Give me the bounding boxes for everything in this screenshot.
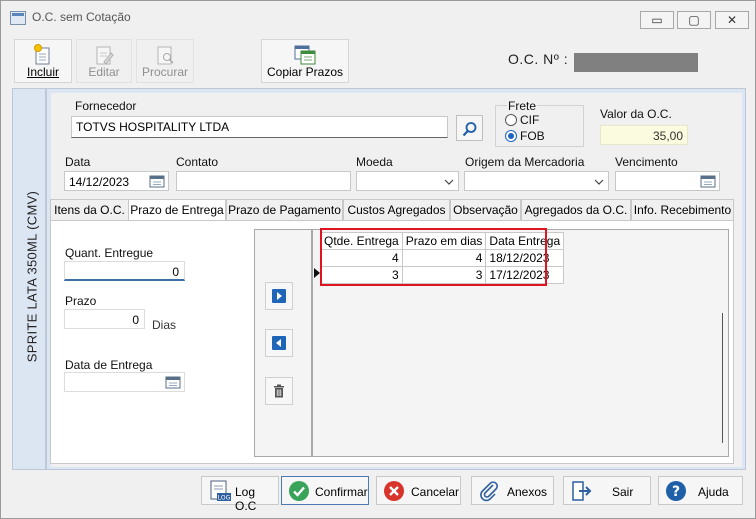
trash-icon	[274, 384, 284, 398]
highlight-rectangle	[320, 228, 547, 286]
cancelar-button[interactable]: Cancelar	[376, 476, 461, 505]
valor-oc-value: 35,00	[652, 129, 683, 143]
frete-fob-radio[interactable]	[505, 130, 517, 142]
prazo-field[interactable]: 0	[64, 309, 145, 329]
fornecedor-field[interactable]: TOTVS HOSPITALITY LTDA	[71, 116, 448, 138]
chevron-down-icon	[594, 179, 604, 185]
valor-oc-label: Valor da O.C.	[600, 107, 672, 121]
data-label: Data	[65, 155, 91, 169]
quant-entregue-label: Quant. Entregue	[65, 246, 154, 260]
valor-oc-field: 35,00	[600, 125, 688, 145]
oc-number-label: O.C. Nº :	[508, 51, 569, 67]
paperclip-icon	[480, 481, 498, 502]
incluir-button[interactable]: Incluir	[14, 39, 72, 83]
frete-label: Frete	[507, 99, 538, 113]
grid-action-strip	[254, 229, 312, 457]
arrow-left-icon	[272, 336, 286, 350]
copy-schedule-icon	[294, 45, 316, 65]
quant-entregue-field[interactable]: 0	[64, 261, 185, 281]
data-entrega-field[interactable]	[64, 372, 185, 392]
tab-custos-agregados[interactable]: Custos Agregados	[343, 199, 450, 221]
vencimento-label: Vencimento	[615, 155, 678, 169]
tab-itens-oc[interactable]: Itens da O.C.	[50, 199, 129, 221]
remove-row-button[interactable]	[265, 329, 293, 357]
oc-number-field	[574, 53, 698, 72]
title-bar: O.C. sem Cotação ▭ ▢ ✕	[1, 1, 755, 33]
app-window-icon	[10, 11, 26, 25]
confirm-check-icon	[289, 481, 309, 501]
confirmar-button[interactable]: Confirmar	[281, 476, 369, 505]
prazo-value: 0	[132, 313, 139, 327]
search-icon	[462, 122, 477, 137]
sair-button[interactable]: Sair	[563, 476, 651, 505]
editar-button[interactable]: Editar	[76, 39, 132, 83]
exit-door-icon	[572, 481, 592, 501]
grid-scrollbar[interactable]	[722, 313, 723, 443]
chevron-down-icon	[444, 179, 454, 185]
sair-label: Sair	[612, 485, 634, 499]
search-document-icon	[157, 46, 174, 65]
fornecedor-label: Fornecedor	[75, 99, 137, 113]
prazo-label: Prazo	[65, 294, 97, 308]
delete-row-button[interactable]	[265, 377, 293, 405]
origem-select[interactable]	[464, 171, 609, 191]
frete-cif-radio[interactable]	[505, 114, 517, 126]
cancelar-label: Cancelar	[411, 485, 460, 499]
cancel-x-icon	[384, 481, 404, 501]
log-oc-button[interactable]: LOG Log O.C	[201, 476, 279, 513]
data-field[interactable]: 14/12/2023	[64, 171, 169, 191]
arrow-right-icon	[272, 289, 286, 303]
tab-agregados-oc[interactable]: Agregados da O.C.	[521, 199, 631, 221]
log-document-icon: LOG	[210, 480, 231, 502]
help-icon: ?	[666, 481, 686, 501]
log-oc-label: Log O.C	[235, 485, 257, 513]
quant-entregue-value: 0	[172, 265, 179, 279]
calendar-icon[interactable]	[700, 174, 716, 188]
dias-label: Dias	[152, 318, 177, 332]
svg-text:?: ?	[672, 484, 680, 500]
calendar-icon[interactable]	[149, 174, 165, 188]
moeda-label: Moeda	[356, 155, 393, 169]
frete-cif-label: CIF	[520, 113, 540, 127]
contato-label: Contato	[176, 155, 219, 169]
minimize-button[interactable]: ▭	[640, 11, 674, 29]
procurar-label: Procurar	[141, 65, 188, 79]
product-side-panel: SPRITE LATA 350ML (CMV)	[12, 88, 46, 470]
new-document-icon	[34, 44, 50, 65]
copiar-prazos-button[interactable]: Copiar Prazos	[261, 39, 349, 83]
calendar-icon[interactable]	[165, 375, 181, 389]
origem-label: Origem da Mercadoria	[465, 155, 585, 169]
moeda-select[interactable]	[356, 171, 459, 191]
close-button[interactable]: ✕	[715, 11, 749, 29]
fornecedor-value: TOTVS HOSPITALITY LTDA	[76, 120, 230, 134]
tab-prazo-pagamento[interactable]: Prazo de Pagamento	[226, 199, 343, 221]
tab-prazo-entrega[interactable]: Prazo de Entrega	[128, 199, 226, 222]
tab-observacao[interactable]: Observação	[450, 199, 521, 221]
add-row-button[interactable]	[265, 282, 293, 310]
product-name: SPRITE LATA 350ML (CMV)	[24, 190, 40, 363]
vencimento-field[interactable]	[615, 171, 720, 191]
window: O.C. sem Cotação ▭ ▢ ✕ Incluir Editar Pr…	[0, 0, 756, 519]
editar-label: Editar	[88, 65, 120, 79]
confirmar-label: Confirmar	[315, 485, 368, 499]
tab-info-recebimento[interactable]: Info. Recebimento	[631, 199, 734, 221]
copiar-prazos-label: Copiar Prazos	[266, 65, 344, 79]
window-title: O.C. sem Cotação	[32, 10, 131, 24]
maximize-button[interactable]: ▢	[677, 11, 711, 29]
procurar-button[interactable]: Procurar	[136, 39, 194, 83]
anexos-button[interactable]: Anexos	[471, 476, 554, 505]
edit-document-icon	[96, 46, 114, 65]
incluir-label: Incluir	[26, 65, 59, 79]
ajuda-button[interactable]: ? Ajuda	[658, 476, 743, 505]
svg-text:LOG: LOG	[218, 495, 231, 502]
fornecedor-search-button[interactable]	[456, 115, 483, 141]
contato-field[interactable]	[176, 171, 351, 191]
ajuda-label: Ajuda	[698, 485, 729, 499]
data-entrega-label: Data de Entrega	[65, 358, 153, 372]
anexos-label: Anexos	[507, 485, 548, 499]
frete-fob-label: FOB	[520, 129, 545, 143]
data-value: 14/12/2023	[69, 175, 130, 189]
